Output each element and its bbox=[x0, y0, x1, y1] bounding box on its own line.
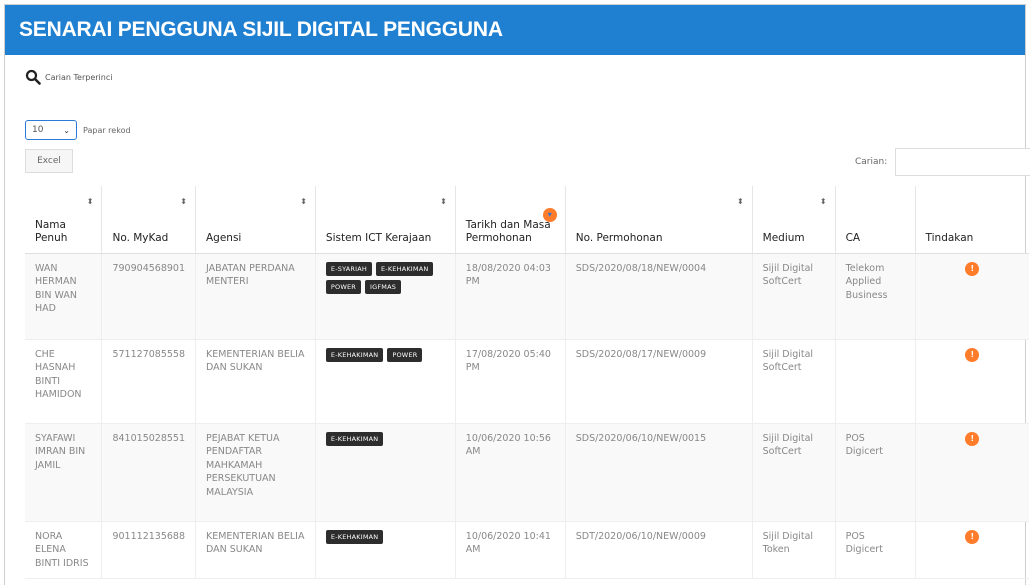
cell-permohonan: SDS/2020/06/10/NEW/0015 bbox=[565, 423, 753, 522]
page-frame: SENARAI PENGGUNA SIJIL DIGITAL PENGGUNA … bbox=[4, 4, 1030, 585]
page-header: SENARAI PENGGUNA SIJIL DIGITAL PENGGUNA bbox=[5, 5, 1025, 55]
cell-permohonan: SDS/2020/08/17/NEW/0009 bbox=[565, 339, 753, 424]
page-length-value: 10 bbox=[32, 125, 44, 135]
table-body: WAN HERMAN BIN WAN HAD 790904568901 JABATA… bbox=[25, 253, 1029, 579]
cell-permohonan: SDS/2020/08/18/NEW/0004 bbox=[565, 253, 753, 340]
system-badge: E-SYARIAH bbox=[325, 261, 372, 276]
cell-mykad: 901112135688 bbox=[101, 521, 196, 579]
column-header-tarikh[interactable]: ▾ Tarikh dan Masa Permohonan bbox=[455, 186, 566, 254]
system-badge: E-KEHAKIMAN bbox=[325, 347, 384, 362]
cell-tarikh: 18/08/2020 04:03 PM bbox=[455, 253, 566, 340]
cell-ca: POS Digicert bbox=[835, 423, 916, 522]
cell-medium: Sijil Digital Token bbox=[752, 521, 836, 579]
cell-tindakan: ! bbox=[915, 339, 1029, 424]
cell-sistem: E-KEHAKIMAN POWER bbox=[315, 339, 456, 424]
page-length-control: 10 ⌄ Papar rekod bbox=[25, 120, 131, 140]
cell-tindakan: ! bbox=[915, 423, 1029, 522]
cell-sistem: E-KEHAKIMAN bbox=[315, 423, 456, 522]
cell-ca: POS Digicert bbox=[835, 521, 916, 579]
excel-button[interactable]: Excel bbox=[25, 149, 73, 173]
table-row: SYAFAWI IMRAN BIN JAMIL 841015028551 PEJAB… bbox=[25, 423, 1029, 522]
table-row: CHE HASNAH BINTI HAMIDON 571127085558 KEME… bbox=[25, 339, 1029, 424]
cell-tarikh: 10/06/2020 10:56 AM bbox=[455, 423, 566, 522]
table-search: Carian: bbox=[855, 148, 1030, 176]
system-badge: POWER bbox=[387, 347, 423, 362]
system-badge: E-KEHAKIMAN bbox=[325, 431, 384, 446]
cell-tarikh: 17/08/2020 05:40 PM bbox=[455, 339, 566, 424]
cell-medium: Sijil Digital SoftCert bbox=[752, 253, 836, 340]
sort-desc-icon: ▾ bbox=[542, 208, 557, 222]
column-header-sistem[interactable]: ⬍ Sistem ICT Kerajaan bbox=[315, 186, 456, 254]
cell-ca: Telekom Applied Business bbox=[835, 253, 916, 340]
column-header-mykad[interactable]: ⬍ No. MyKad bbox=[101, 186, 196, 254]
page-length-label: Papar rekod bbox=[83, 125, 131, 135]
system-badge: POWER bbox=[325, 279, 362, 294]
table-header-row: ⬍ Nama Penuh ⬍ No. MyKad ⬍ Agensi ⬍ Sistem I… bbox=[25, 186, 1029, 254]
table-row: WAN HERMAN BIN WAN HAD 790904568901 JABATA… bbox=[25, 253, 1029, 340]
search-label: Carian: bbox=[855, 157, 888, 167]
column-header-permohonan[interactable]: ⬍ No. Permohonan bbox=[565, 186, 753, 254]
action-icon[interactable]: ! bbox=[965, 529, 980, 544]
cell-tindakan: ! bbox=[915, 521, 1029, 579]
search-icon bbox=[25, 69, 41, 85]
system-badge: IGFMAS bbox=[365, 279, 402, 294]
page-title: SENARAI PENGGUNA SIJIL DIGITAL PENGGUNA bbox=[19, 18, 503, 41]
system-badge: E-KEHAKIMAN bbox=[375, 261, 434, 276]
cell-sistem: E-SYARIAH E-KEHAKIMAN POWER IGFMAS bbox=[315, 253, 456, 340]
cell-nama: NORA ELENA BINTI IDRIS bbox=[25, 521, 103, 579]
column-header-agensi[interactable]: ⬍ Agensi bbox=[195, 186, 316, 254]
table-row: NORA ELENA BINTI IDRIS 901112135688 KEMENT… bbox=[25, 521, 1029, 579]
cell-agensi: KEMENTERIAN BELIA DAN SUKAN bbox=[195, 521, 316, 579]
search-input[interactable] bbox=[895, 148, 1030, 176]
cell-tindakan: ! bbox=[915, 253, 1029, 340]
action-icon[interactable]: ! bbox=[965, 347, 980, 362]
cell-medium: Sijil Digital SoftCert bbox=[752, 339, 836, 424]
sort-icon: ⬍ bbox=[440, 197, 447, 206]
sort-icon: ⬍ bbox=[180, 197, 187, 206]
advanced-search-label[interactable]: Carian Terperinci bbox=[45, 73, 112, 82]
cell-mykad: 571127085558 bbox=[101, 339, 196, 424]
cell-nama: SYAFAWI IMRAN BIN JAMIL bbox=[25, 423, 103, 522]
cell-permohonan: SDT/2020/06/10/NEW/0009 bbox=[565, 521, 753, 579]
sort-icon: ⬍ bbox=[86, 197, 94, 206]
column-header-nama[interactable]: ⬍ Nama Penuh bbox=[25, 186, 103, 254]
page-length-select[interactable]: 10 ⌄ bbox=[25, 120, 77, 140]
cell-mykad: 841015028551 bbox=[101, 423, 196, 522]
chevron-down-icon: ⌄ bbox=[63, 125, 70, 135]
cell-tarikh: 10/06/2020 10:41 AM bbox=[455, 521, 566, 579]
cell-nama: CHE HASNAH BINTI HAMIDON bbox=[25, 339, 103, 424]
cell-agensi: KEMENTERIAN BELIA DAN SUKAN bbox=[195, 339, 316, 424]
cell-agensi: PEJABAT KETUA PENDAFTAR MAHKAMAH PERSEKU… bbox=[195, 423, 316, 522]
cell-nama: WAN HERMAN BIN WAN HAD bbox=[25, 253, 103, 340]
system-badge: E-KEHAKIMAN bbox=[325, 529, 384, 544]
action-icon[interactable]: ! bbox=[965, 431, 980, 446]
cell-mykad: 790904568901 bbox=[101, 253, 196, 340]
cell-ca bbox=[835, 339, 916, 424]
advanced-search-toggle[interactable]: Carian Terperinci bbox=[25, 69, 112, 85]
cell-agensi: JABATAN PERDANA MENTERI bbox=[195, 253, 316, 340]
action-icon[interactable]: ! bbox=[965, 261, 980, 276]
cell-sistem: E-KEHAKIMAN bbox=[315, 521, 456, 579]
column-header-ca: CA bbox=[835, 186, 916, 254]
column-header-tindakan: Tindakan bbox=[915, 186, 1029, 254]
cell-medium: Sijil Digital SoftCert bbox=[752, 423, 836, 522]
sort-icon: ⬍ bbox=[300, 197, 307, 206]
users-table: ⬍ Nama Penuh ⬍ No. MyKad ⬍ Agensi ⬍ Sistem I… bbox=[25, 186, 1029, 579]
column-header-medium[interactable]: ⬍ Medium bbox=[752, 186, 836, 254]
sort-icon: ⬍ bbox=[819, 197, 827, 206]
sort-icon: ⬍ bbox=[736, 197, 744, 206]
